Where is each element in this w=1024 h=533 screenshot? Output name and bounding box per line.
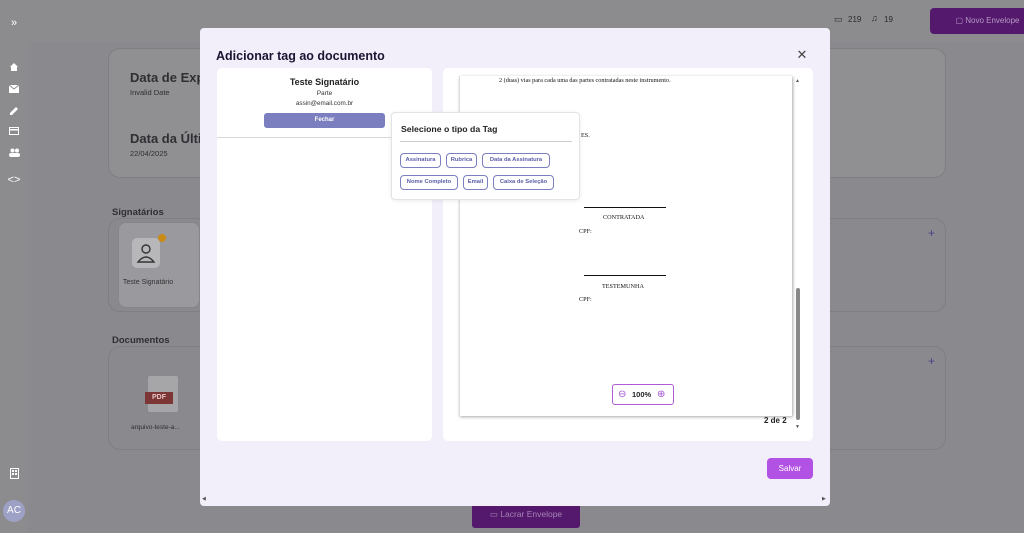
vertical-scrollbar[interactable]: ▲ ▼ [794,78,802,433]
pdf-file-icon[interactable]: PDF [145,376,178,412]
tag-option-nome-completo[interactable]: Nome Completo [400,175,458,190]
building-icon[interactable] [7,468,21,480]
signer-name: Teste Signatário [289,77,360,87]
new-envelope-button[interactable]: ▢ Novo Envelope [930,8,1024,34]
popover-title: Selecione o tipo da Tag [401,124,498,134]
zoom-in-icon[interactable]: ⊕ [657,388,665,402]
doc-cpf-1: CPF: [579,228,592,235]
page-indicator: 2 de 2 [764,416,787,425]
folder-count: 219 [848,15,862,24]
add-tag-modal: Adicionar tag ao documento ✕ Teste Signa… [200,28,830,506]
signature-line-testemunha [584,275,666,276]
popover-divider [400,141,572,142]
envelope-icon: ▭ [489,509,501,519]
last-update-value: 22/04/2025 [130,149,168,158]
zoom-control: ⊖ 100% ⊕ [612,384,674,405]
tag-option-data-assinatura[interactable]: Data da Assinatura [482,153,550,168]
expiration-label: Data de Exp [130,70,205,85]
zoom-value: 100% [632,390,652,399]
pdf-label: PDF [145,392,173,404]
code-icon[interactable]: <> [7,174,21,186]
expand-chevron-icon[interactable]: » [7,17,21,29]
signer-role: Parte [316,90,333,97]
signature-icon[interactable] [7,106,21,118]
scroll-up-arrow-icon[interactable]: ▲ [795,78,800,84]
add-document-icon[interactable]: + [928,354,935,368]
scroll-left-arrow-icon[interactable]: ◀ [202,496,206,502]
document-name[interactable]: arquivo-teste-a... [131,424,180,431]
mail-icon[interactable] [7,84,21,96]
avatar[interactable]: AC [3,500,25,522]
tag-type-popover: Selecione o tipo da Tag Assinatura Rubri… [391,112,580,200]
save-button[interactable]: Salvar [767,458,813,479]
new-envelope-label: Novo Envelope [965,16,1020,25]
signer-card-name: Teste Signatário [122,279,174,286]
pending-status-dot [158,234,166,242]
last-update-label: Data da Últi [130,131,202,146]
tag-option-rubrica[interactable]: Rubrica [446,153,477,168]
signature-line-contratada [584,207,666,208]
doc-line-top: 2 (duas) vias para cada uma das partes c… [499,77,671,84]
add-signer-icon[interactable]: + [928,226,935,240]
users-icon[interactable] [7,148,21,160]
card-icon[interactable] [7,126,21,138]
bell-icon[interactable]: ♫ [871,13,878,23]
sidebar: » <> AC [0,0,28,533]
signer-email: assin@email.com.br [295,100,354,107]
horizontal-scrollbar[interactable]: ◀ ▶ [200,495,830,506]
scroll-thumb[interactable] [796,288,800,420]
scroll-down-arrow-icon[interactable]: ▼ [795,424,800,430]
tag-option-email[interactable]: Email [463,175,488,190]
file-plus-icon: ▢ [955,16,966,25]
doc-contratada: CONTRATADA [603,214,645,221]
close-signer-button[interactable]: Fechar [264,113,385,128]
notification-count: 19 [884,15,893,24]
tag-option-assinatura[interactable]: Assinatura [400,153,441,168]
person-icon [132,238,160,268]
zoom-out-icon[interactable]: ⊖ [618,388,626,402]
doc-es-fragment: ES. [581,132,590,139]
doc-cpf-2: CPF: [579,296,592,303]
folder-icon[interactable]: ▭ [834,14,843,25]
expiration-value: Invalid Date [130,88,170,97]
home-icon[interactable] [7,62,21,74]
close-icon[interactable]: ✕ [795,48,809,62]
tag-option-caixa-selecao[interactable]: Caixa de Seleção [493,175,554,190]
signers-heading: Signatários [112,207,164,218]
documents-heading: Documentos [112,335,170,346]
signer-card[interactable]: Teste Signatário [118,222,200,308]
scroll-right-arrow-icon[interactable]: ▶ [822,496,826,502]
seal-envelope-label: Lacrar Envelope [500,509,563,519]
modal-title: Adicionar tag ao documento [216,49,385,63]
doc-testemunha: TESTEMUNHA [602,283,644,290]
